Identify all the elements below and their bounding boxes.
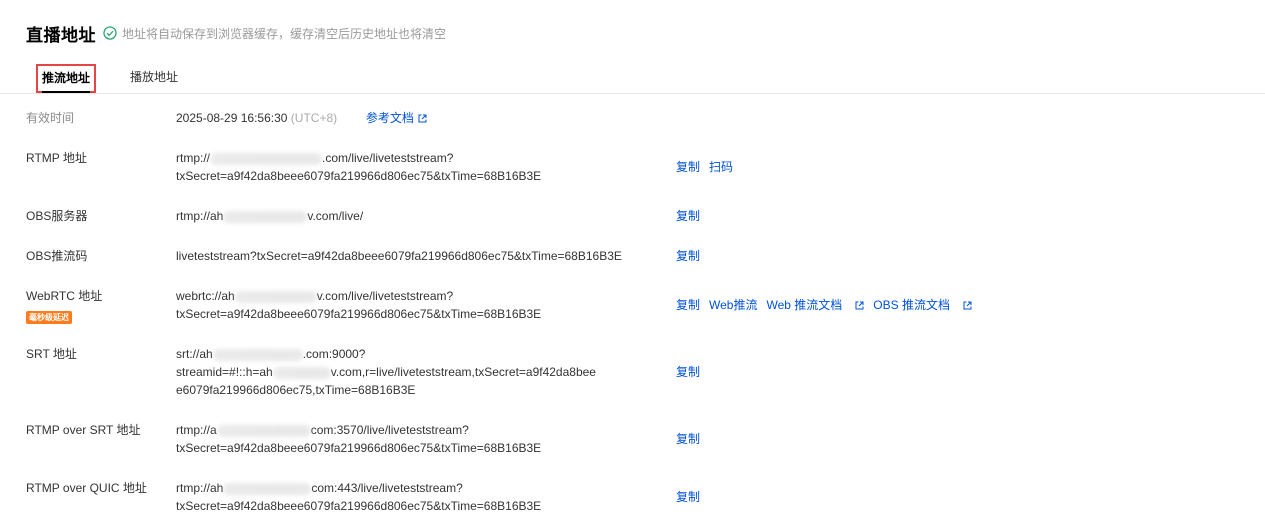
- obs-push-doc-label[interactable]: OBS 推流文档: [873, 298, 950, 312]
- redacted-blur: [223, 210, 308, 223]
- validity-value: 2025-08-29 16:56:30 (UTC+8) 参考文档: [176, 109, 427, 127]
- rtmp-over-quic-actions: 复制: [676, 488, 709, 506]
- rtmp-over-srt-actions: 复制: [676, 430, 709, 448]
- rtmp-over-srt-line1-end: com:3570/live/liveteststream?: [310, 423, 469, 437]
- rtmp-over-quic-line1-end: com:443/live/liveteststream?: [311, 481, 463, 495]
- redacted-blur: [234, 290, 317, 303]
- check-circle-icon: [103, 26, 117, 40]
- rtmp-line2: txSecret=a9f42da8beee6079fa219966d806ec7…: [176, 169, 542, 183]
- validity-timezone: (UTC+8): [290, 111, 338, 125]
- rtmp-over-srt-copy-button[interactable]: 复制: [676, 432, 700, 446]
- rtmp-actions: 复制 扫码: [676, 158, 742, 176]
- rtmp-scan-button[interactable]: 扫码: [709, 160, 733, 174]
- webrtc-address: webrtc://ah v.com/live/liveteststream? tx…: [176, 287, 636, 323]
- rtmp-label: RTMP 地址: [26, 151, 87, 165]
- rtmp-over-quic-address: rtmp://ah com:443/live/liveteststream? tx…: [176, 479, 636, 515]
- rtmp-over-srt-line2: txSecret=a9f42da8beee6079fa219966d806ec7…: [176, 441, 542, 455]
- rtmp-over-quic-copy-button[interactable]: 复制: [676, 490, 700, 504]
- redacted-blur: [216, 424, 311, 437]
- rtmp-over-srt-line1-start: rtmp://a: [176, 423, 217, 437]
- reference-doc-label[interactable]: 参考文档: [366, 111, 414, 125]
- redacted-blur: [223, 482, 312, 495]
- rtmp-over-srt-address: rtmp://a com:3570/live/liveteststream? tx…: [176, 421, 636, 457]
- obs-server-address: rtmp://ah v.com/live/: [176, 207, 636, 225]
- srt-address: srt://ah .com:9000? streamid=#!::h=ah v.co…: [176, 345, 626, 399]
- srt-line3: e6079fa219966d806ec75,txTime=68B16B3E: [176, 383, 416, 397]
- srt-line1-end: .com:9000?: [302, 347, 366, 361]
- obs-server-copy-button[interactable]: 复制: [676, 209, 700, 223]
- rtmp-over-quic-label: RTMP over QUIC 地址: [26, 481, 147, 495]
- srt-line2-end: v.com,r=live/liveteststream,txSecret=a9f…: [330, 365, 596, 379]
- validity-datetime: 2025-08-29 16:56:30: [176, 111, 288, 125]
- srt-actions: 复制: [676, 363, 709, 381]
- obs-server-label: OBS服务器: [26, 209, 88, 223]
- webrtc-line2: txSecret=a9f42da8beee6079fa219966d806ec7…: [176, 307, 542, 321]
- obs-key-value: liveteststream?txSecret=a9f42da8beee6079…: [176, 249, 622, 263]
- redacted-blur: [212, 348, 303, 361]
- srt-line2-start: streamid=#!::h=ah: [176, 365, 273, 379]
- rtmp-copy-button[interactable]: 复制: [676, 160, 700, 174]
- reference-doc-link[interactable]: 参考文档: [366, 111, 427, 125]
- external-link-icon: [418, 114, 427, 123]
- rtmp-over-quic-line1-start: rtmp://ah: [176, 481, 224, 495]
- srt-label: SRT 地址: [26, 347, 77, 361]
- rtmp-over-srt-label: RTMP over SRT 地址: [26, 423, 141, 437]
- web-push-doc-link[interactable]: Web 推流文档: [766, 298, 864, 312]
- obs-server-line1-start: rtmp://ah: [176, 209, 224, 223]
- web-push-doc-label[interactable]: Web 推流文档: [766, 298, 842, 312]
- web-push-button[interactable]: Web推流: [709, 298, 757, 312]
- rtmp-line1-start: rtmp://: [176, 151, 211, 165]
- srt-copy-button[interactable]: 复制: [676, 365, 700, 379]
- validity-label: 有效时间: [26, 111, 75, 125]
- webrtc-label: WebRTC 地址: [26, 289, 103, 303]
- rtmp-line1-end: .com/live/liveteststream?: [322, 151, 454, 165]
- page-title: 直播地址: [26, 25, 96, 45]
- redacted-blur: [210, 152, 323, 165]
- obs-key-label: OBS推流码: [26, 249, 88, 263]
- webrtc-line1-start: webrtc://ah: [176, 289, 235, 303]
- tab-play-address[interactable]: 播放地址: [130, 64, 178, 90]
- tab-bar: 推流地址 播放地址: [0, 60, 1265, 94]
- webrtc-line1-end: v.com/live/liveteststream?: [316, 289, 454, 303]
- srt-line1-start: srt://ah: [176, 347, 213, 361]
- redacted-blur: [272, 366, 331, 379]
- obs-key-copy-button[interactable]: 复制: [676, 249, 700, 263]
- obs-push-doc-link[interactable]: OBS 推流文档: [873, 298, 972, 312]
- external-link-icon: [963, 301, 972, 310]
- page-header: 直播地址 地址将自动保存到浏览器缓存，缓存清空后历史地址也将清空: [26, 20, 446, 46]
- low-latency-badge: 毫秒级延迟: [26, 311, 72, 324]
- cache-hint: 地址将自动保存到浏览器缓存，缓存清空后历史地址也将清空: [122, 26, 447, 41]
- rtmp-over-quic-line2: txSecret=a9f42da8beee6079fa219966d806ec7…: [176, 499, 542, 513]
- webrtc-copy-button[interactable]: 复制: [676, 298, 700, 312]
- rtmp-address: rtmp:// .com/live/liveteststream? txSecre…: [176, 149, 636, 185]
- obs-server-actions: 复制: [676, 207, 709, 225]
- obs-server-line1-end: v.com/live/: [307, 209, 364, 223]
- webrtc-actions: 复制 Web推流 Web 推流文档 OBS 推流文档: [676, 296, 981, 314]
- obs-key-actions: 复制: [676, 247, 709, 265]
- external-link-icon: [855, 301, 864, 310]
- tab-push-address[interactable]: 推流地址: [36, 64, 96, 93]
